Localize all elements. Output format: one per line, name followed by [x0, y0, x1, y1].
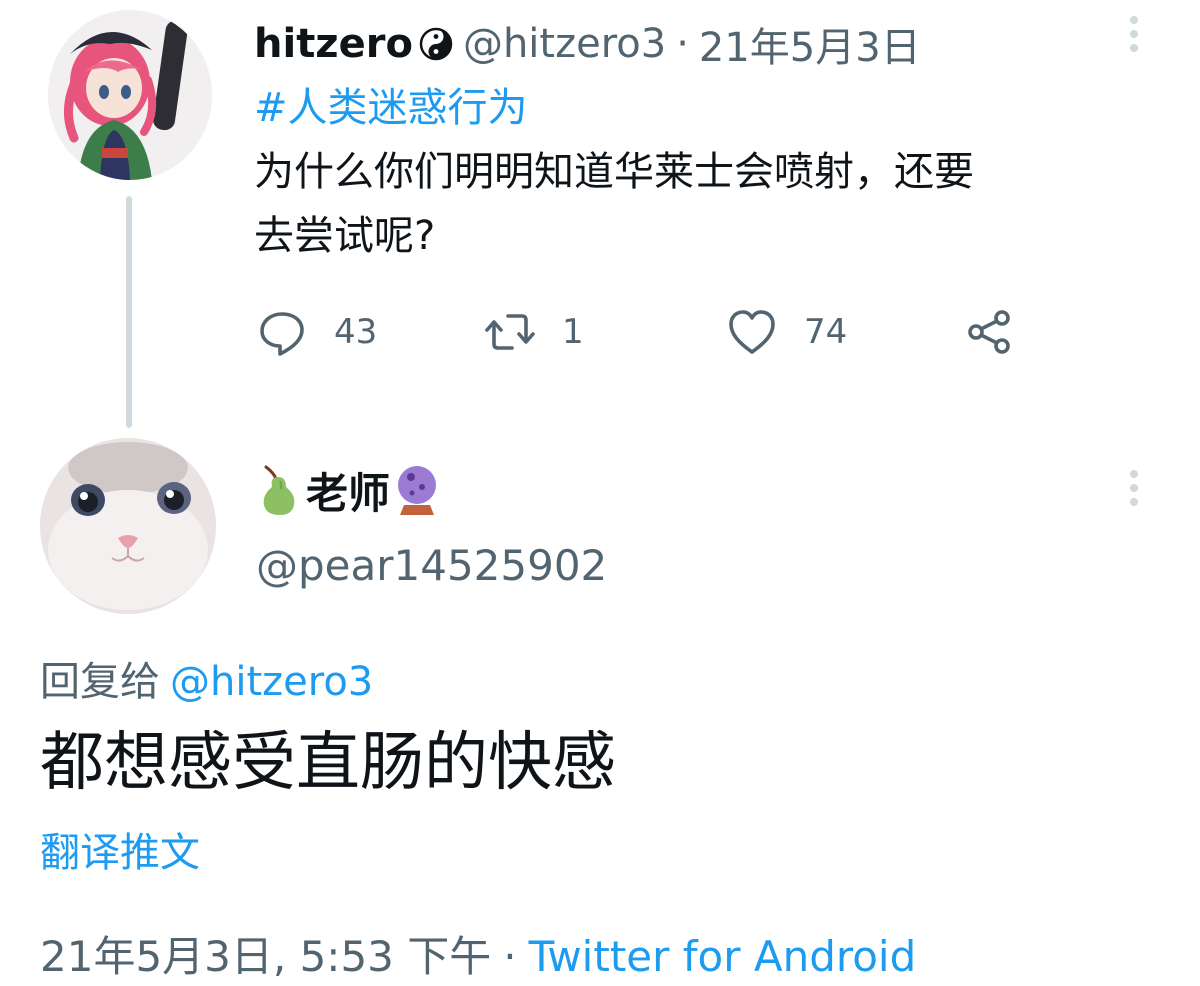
retweet-count: 1 [562, 312, 584, 352]
crystal-ball-icon [398, 466, 437, 515]
reply-tweet-name[interactable]: 老师 [256, 460, 440, 520]
retweet-icon [485, 314, 535, 350]
avatar[interactable] [40, 438, 216, 614]
user-handle[interactable]: @pear14525902 [256, 540, 607, 592]
more-options-icon[interactable] [1122, 468, 1146, 508]
reply-tweet-text: 都想感受直肠的快感 [40, 726, 616, 800]
reply-count: 43 [334, 312, 378, 352]
tweet-metadata: 21年5月3日, 5:53 下午 · Twitter for Android [40, 930, 916, 984]
hashtag-link[interactable]: #人类迷惑行为 [254, 82, 528, 134]
more-options-icon[interactable] [1122, 14, 1146, 54]
reply-button[interactable]: 43 [256, 300, 377, 364]
user-handle[interactable]: @hitzero3 [463, 21, 666, 67]
parent-tweet-header: hitzero @hitzero3 · 21年5月3日 [254, 16, 921, 72]
separator-dot: · [676, 21, 689, 67]
tweet-source-link[interactable]: Twitter for Android [529, 932, 917, 981]
tweet-text-line: 去尝试呢? [254, 213, 436, 259]
reply-to-label: 回复给 [40, 659, 160, 705]
tweet-timestamp[interactable]: 21年5月3日, 5:53 下午 [40, 932, 491, 981]
tweet-action-bar: 43 1 74 [256, 300, 1036, 364]
like-count: 74 [804, 312, 848, 352]
reply-to-line: 回复给 @hitzero3 [40, 656, 373, 708]
heart-icon [729, 310, 775, 354]
share-button[interactable] [964, 300, 1016, 364]
display-name[interactable]: 老师 [306, 460, 390, 521]
like-button[interactable]: 74 [726, 300, 847, 364]
parent-tweet-text: 为什么你们明明知道华莱士会喷射，还要 去尝试呢? [254, 140, 1154, 268]
reply-to-handle-link[interactable]: @hitzero3 [170, 659, 373, 705]
avatar[interactable] [48, 10, 212, 180]
thread-connector-line [126, 196, 132, 428]
separator-dot: · [503, 932, 517, 981]
retweet-button[interactable]: 1 [484, 300, 584, 364]
pear-icon [263, 465, 295, 515]
reply-icon [260, 312, 304, 356]
share-icon [968, 310, 1010, 354]
display-name[interactable]: hitzero [254, 21, 413, 67]
yin-yang-icon [419, 27, 453, 61]
cat-face-avatar-image [40, 438, 216, 614]
tweet-text-line: 为什么你们明明知道华莱士会喷射，还要 [254, 149, 974, 195]
tweet-date[interactable]: 21年5月3日 [699, 15, 921, 73]
translate-tweet-link[interactable]: 翻译推文 [40, 826, 200, 880]
anime-girl-avatar-image [48, 10, 212, 180]
